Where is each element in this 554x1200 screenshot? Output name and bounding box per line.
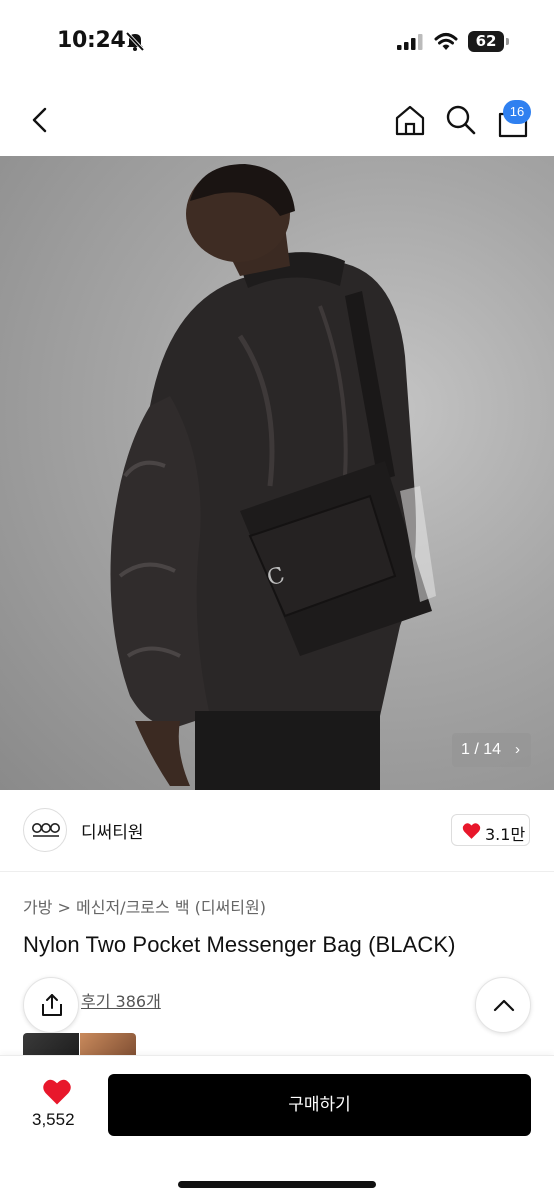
scroll-to-top-button[interactable] <box>475 977 531 1033</box>
buy-button[interactable]: 구매하기 <box>108 1074 531 1136</box>
brand-like-count: 3.1만 <box>485 825 526 844</box>
top-nav-bar <box>0 84 554 156</box>
status-time: 10:24 <box>57 28 126 53</box>
product-photo: C <box>110 164 436 790</box>
image-counter-label: 1 / 14 <box>461 741 502 758</box>
category-breadcrumb[interactable]: 가방 > 메신저/크로스 백 (디써티원) <box>23 894 266 918</box>
home-icon[interactable] <box>393 103 427 137</box>
chevron-up-icon <box>493 999 515 1012</box>
battery-cap <box>506 38 509 45</box>
brand-logo[interactable] <box>23 808 67 852</box>
brand-name[interactable]: 디써티원 <box>81 818 144 843</box>
back-arrow-icon[interactable] <box>26 104 56 136</box>
status-bar: 10:24 62 <box>0 0 554 84</box>
product-title: Nylon Two Pocket Messenger Bag (BLACK) <box>23 932 456 957</box>
chevron-right-icon: › <box>515 741 520 758</box>
wishlist-heart-icon[interactable] <box>42 1078 72 1106</box>
cart-count-badge: 16 <box>503 100 531 124</box>
product-image-carousel[interactable]: C <box>0 156 554 790</box>
brand-row: 디써티원 3.1만 <box>0 790 554 872</box>
image-counter[interactable]: 1 / 14 › <box>452 733 531 767</box>
battery-indicator: 62 <box>468 31 510 52</box>
review-count-link[interactable]: 후기 386개 <box>81 988 161 1012</box>
home-indicator <box>178 1181 376 1188</box>
brand-like-button[interactable]: 3.1만 <box>451 814 530 846</box>
brand-logo-mark <box>32 823 60 837</box>
share-icon <box>42 994 62 1016</box>
search-icon[interactable] <box>444 103 478 137</box>
cellular-signal-icon <box>397 34 423 50</box>
bell-off-icon <box>125 31 145 52</box>
battery-level: 62 <box>468 31 504 52</box>
bottom-purchase-bar: 3,552 구매하기 <box>0 1055 554 1200</box>
share-button[interactable] <box>23 977 79 1033</box>
heart-filled-icon <box>462 823 481 839</box>
wifi-icon <box>434 33 458 50</box>
wishlist-count: 3,552 <box>32 1110 75 1129</box>
